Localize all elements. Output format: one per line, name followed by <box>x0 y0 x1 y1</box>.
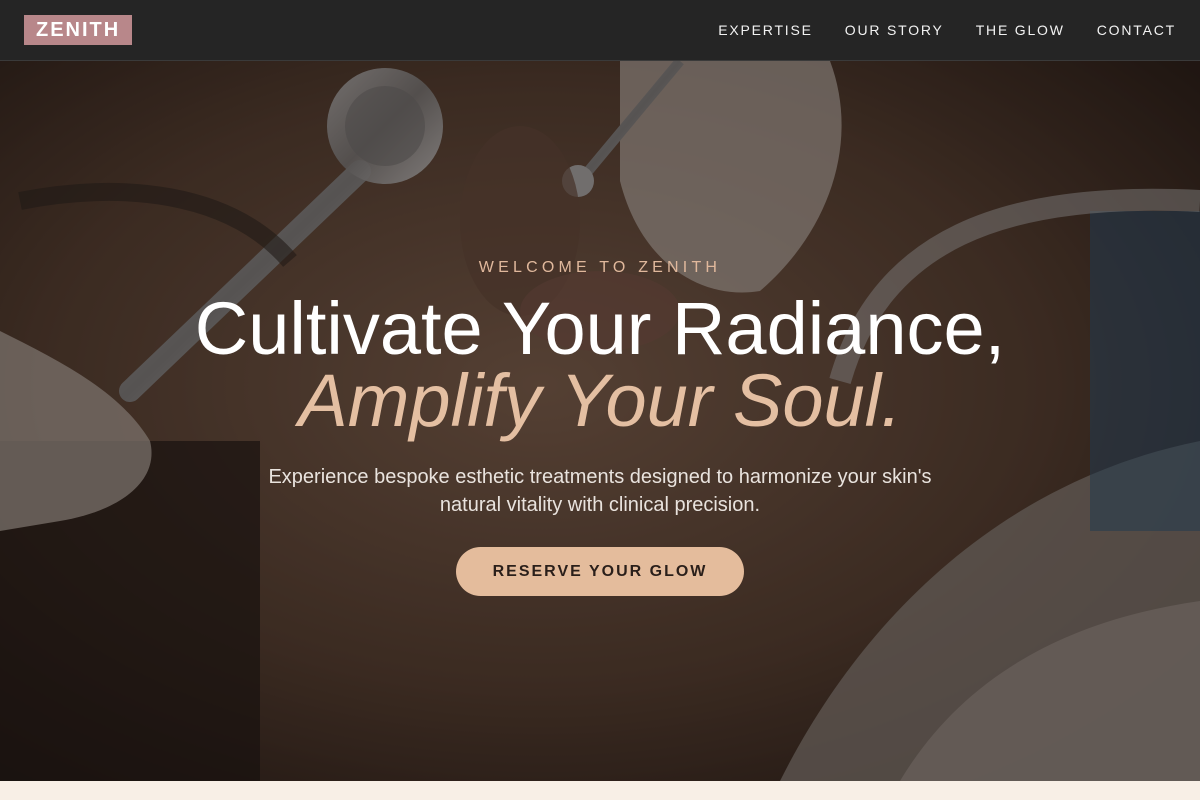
nav-link-contact[interactable]: CONTACT <box>1097 22 1176 38</box>
brand-logo[interactable]: ZENITH <box>24 15 133 45</box>
hero-headline: Cultivate Your Radiance, Amplify Your So… <box>195 292 1005 438</box>
nav-link-the-glow[interactable]: THE GLOW <box>976 22 1065 38</box>
hero-eyebrow: WELCOME TO ZENITH <box>478 259 722 276</box>
nav-links: EXPERTISE OUR STORY THE GLOW CONTACT <box>718 22 1176 38</box>
hero-headline-line1: Cultivate Your Radiance, <box>194 287 1006 370</box>
hero-subtitle: Experience bespoke esthetic treatments d… <box>268 466 932 516</box>
top-navigation-bar: ZENITH EXPERTISE OUR STORY THE GLOW CONT… <box>0 0 1200 61</box>
hero-section: WELCOME TO ZENITH Cultivate Your Radianc… <box>0 61 1200 781</box>
nav-link-our-story[interactable]: OUR STORY <box>845 22 944 38</box>
nav-link-expertise[interactable]: EXPERTISE <box>718 22 813 38</box>
next-section-edge <box>0 781 1200 800</box>
hero-content: WELCOME TO ZENITH Cultivate Your Radianc… <box>0 61 1200 781</box>
hero-headline-line2: Amplify Your Soul. <box>298 359 902 442</box>
reserve-your-glow-button[interactable]: RESERVE YOUR GLOW <box>456 547 744 596</box>
